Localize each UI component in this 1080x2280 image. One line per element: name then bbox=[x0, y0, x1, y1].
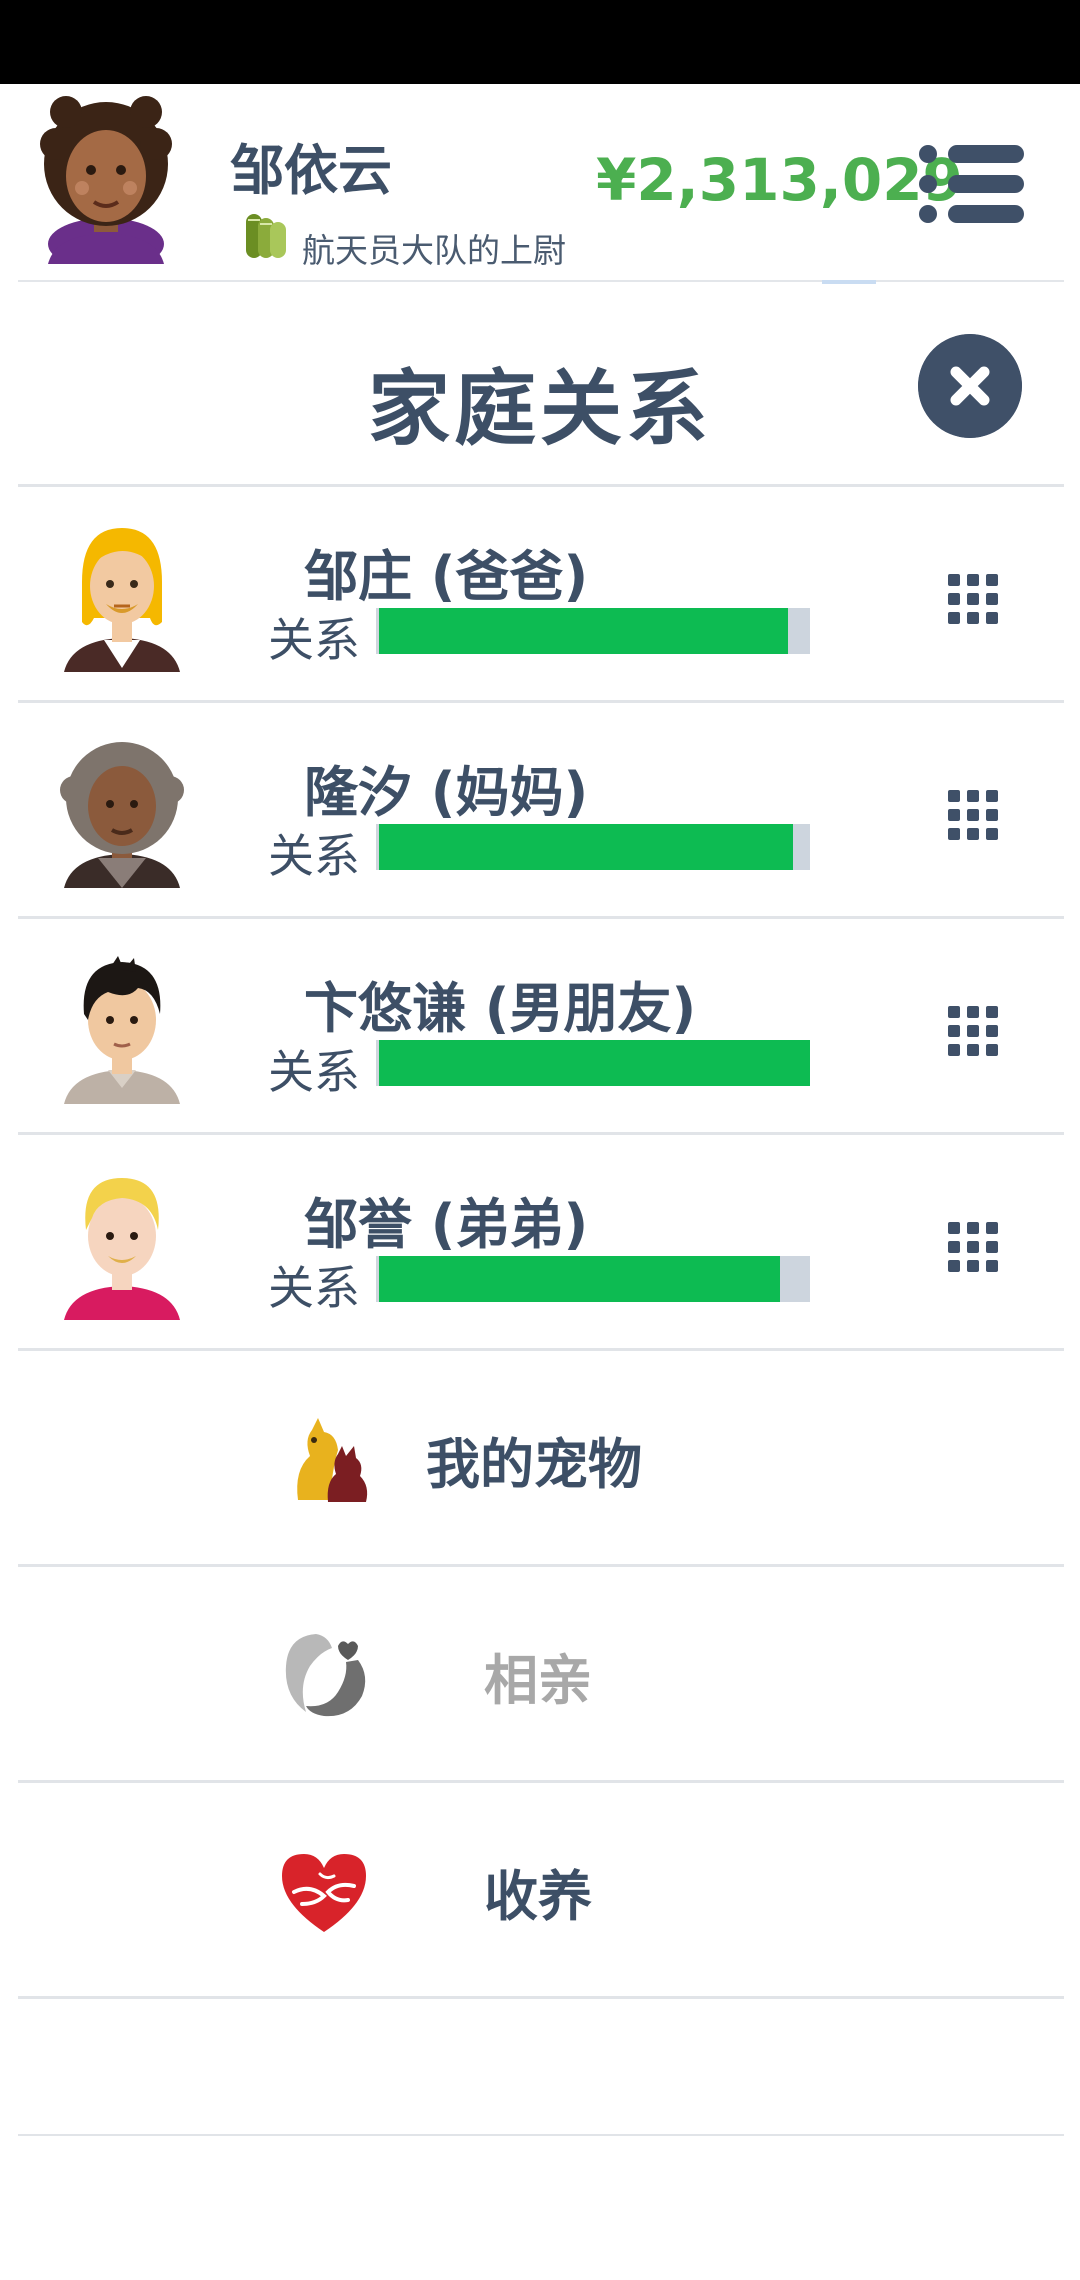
blond-father-avatar-icon bbox=[64, 528, 180, 672]
close-x-icon[interactable] bbox=[918, 334, 1022, 438]
rank-insignia-icon bbox=[246, 214, 286, 258]
dating-option-button[interactable]: 相亲 bbox=[0, 1566, 1080, 1780]
relationship-label: 关系 bbox=[268, 1045, 360, 1099]
money-balance: ¥2,313,029 bbox=[596, 146, 963, 214]
family-member-name: 隆汐 (妈妈) bbox=[304, 761, 589, 824]
relationship-bar bbox=[376, 1040, 810, 1086]
pets-option-button[interactable]: 我的宠物 bbox=[0, 1350, 1080, 1564]
relationship-bar-fill bbox=[379, 1256, 780, 1302]
gray-haired-mother-avatar-icon bbox=[60, 742, 184, 888]
status-bar bbox=[0, 0, 1080, 84]
dark-haired-boyfriend-avatar-icon bbox=[64, 956, 180, 1104]
relationship-label: 关系 bbox=[268, 613, 360, 667]
grid-dots-icon[interactable] bbox=[948, 790, 998, 840]
relationship-bar bbox=[376, 824, 810, 870]
family-member-row: 邹誉 (弟弟) 关系 bbox=[0, 1134, 1080, 1348]
list-menu-icon[interactable] bbox=[918, 142, 1026, 226]
family-member-name: 邹庄 (爸爸) bbox=[304, 545, 589, 608]
relationship-label: 关系 bbox=[268, 1261, 360, 1315]
dating-icon bbox=[285, 1634, 366, 1717]
divider bbox=[18, 1996, 1064, 1999]
divider bbox=[18, 2134, 1064, 2136]
adoption-option-label: 收养 bbox=[484, 1865, 592, 1928]
relationship-bar-fill bbox=[379, 1040, 810, 1086]
dialog-title: 家庭关系 bbox=[367, 362, 712, 457]
relationship-bar-fill bbox=[379, 824, 793, 870]
relationship-bar bbox=[376, 608, 810, 654]
dating-option-label: 相亲 bbox=[484, 1649, 592, 1712]
family-member-row: 卞悠谦 (男朋友) 关系 bbox=[0, 918, 1080, 1132]
player-avatar-icon bbox=[40, 96, 172, 264]
relationship-bar bbox=[376, 1256, 810, 1302]
adoption-heart-icon bbox=[282, 1854, 366, 1932]
family-member-row: 邹庄 (爸爸) 关系 bbox=[0, 486, 1080, 700]
player-header: 邹依云 航天员大队的上尉 ¥2,313,029 bbox=[0, 84, 1080, 280]
player-rank: 航天员大队的上尉 bbox=[302, 231, 566, 270]
blond-brother-avatar-icon bbox=[64, 1178, 180, 1320]
family-member-name: 邹誉 (弟弟) bbox=[304, 1193, 589, 1256]
family-member-name: 卞悠谦 (男朋友) bbox=[304, 977, 697, 1040]
family-member-row: 隆汐 (妈妈) 关系 bbox=[0, 702, 1080, 916]
grid-dots-icon[interactable] bbox=[948, 1222, 998, 1272]
relationship-label: 关系 bbox=[268, 829, 360, 883]
dialog-title-bar: 家庭关系 bbox=[0, 282, 1080, 484]
adoption-option-button[interactable]: 收养 bbox=[0, 1782, 1080, 1996]
grid-dots-icon[interactable] bbox=[948, 574, 998, 624]
pets-option-label: 我的宠物 bbox=[426, 1433, 642, 1496]
relationship-bar-fill bbox=[379, 608, 789, 654]
grid-dots-icon[interactable] bbox=[948, 1006, 998, 1056]
player-name: 邹依云 bbox=[230, 139, 392, 202]
pets-icon bbox=[297, 1418, 368, 1502]
